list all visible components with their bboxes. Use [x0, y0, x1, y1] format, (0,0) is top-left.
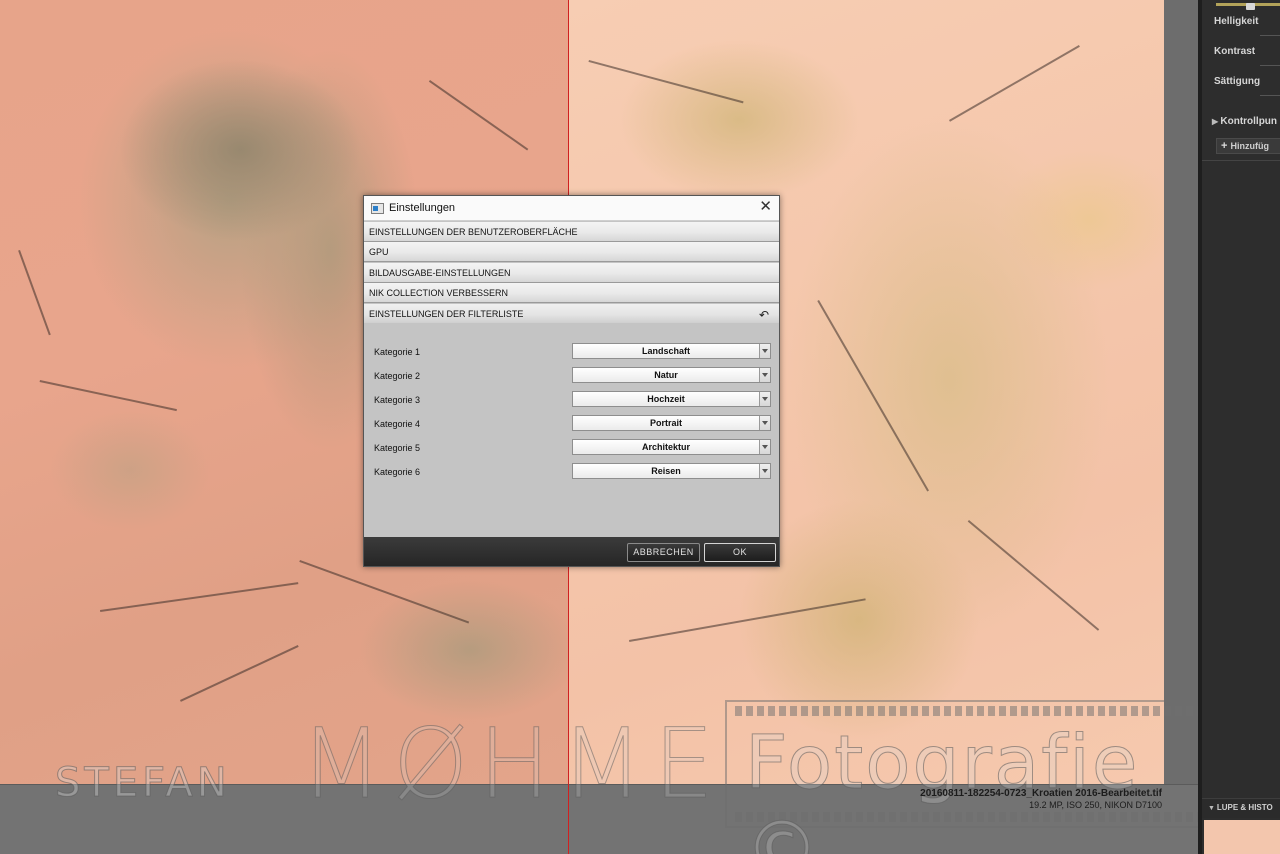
chevron-down-icon[interactable]: [759, 464, 770, 478]
file-name: 20160811-182254-0723_Kroatien 2016-Bearb…: [920, 788, 1162, 799]
category-5-label: Kategorie 5: [374, 443, 421, 453]
category-6-label: Kategorie 6: [374, 467, 421, 477]
dialog-title: Einstellungen: [389, 202, 456, 214]
category-3-value: Hochzeit: [647, 394, 685, 404]
chevron-down-icon: ▼: [1208, 805, 1217, 812]
category-5-value: Architektur: [641, 442, 690, 452]
adjustment-brightness[interactable]: Helligkeit: [1214, 16, 1280, 27]
top-slider-knob[interactable]: [1246, 3, 1255, 10]
category-3-select[interactable]: Hochzeit: [572, 391, 771, 407]
divider: [1202, 160, 1280, 161]
category-2-value: Natur: [654, 370, 678, 380]
chevron-down-icon[interactable]: [759, 416, 770, 430]
cancel-button[interactable]: ABBRECHEN: [627, 543, 700, 562]
section-filter-list-settings[interactable]: EINSTELLUNGEN DER FILTERLISTE ↶: [364, 304, 779, 324]
loupe-histogram-header[interactable]: ▼ LUPE & HISTO: [1202, 798, 1280, 818]
category-4-select[interactable]: Portrait: [572, 415, 771, 431]
app-icon: [371, 203, 384, 214]
divider: [1260, 95, 1280, 96]
section-improve-nik-collection[interactable]: NIK COLLECTION VERBESSERN: [364, 283, 779, 303]
chevron-down-icon[interactable]: [759, 440, 770, 454]
adjustments-panel: Helligkeit Kontrast Sättigung ▶ Kontroll…: [1198, 0, 1280, 854]
section-gpu[interactable]: GPU: [364, 242, 779, 262]
category-6-select[interactable]: Reisen: [572, 463, 771, 479]
file-meta: 19.2 MP, ISO 250, NIKON D7100: [1029, 800, 1162, 810]
category-1-value: Landschaft: [641, 346, 690, 356]
category-1-label: Kategorie 1: [374, 347, 421, 357]
chevron-down-icon[interactable]: [759, 344, 770, 358]
loupe-histogram-label: LUPE & HISTO: [1216, 803, 1273, 812]
adjustment-saturation[interactable]: Sättigung: [1214, 76, 1280, 87]
category-2-label: Kategorie 2: [374, 371, 421, 381]
divider: [1260, 35, 1280, 36]
add-control-point-label: Hinzufüg: [1230, 141, 1269, 151]
adjustment-contrast[interactable]: Kontrast: [1214, 46, 1280, 57]
filter-list-settings-body: Kategorie 1 Landschaft Kategorie 2 Natur…: [364, 323, 779, 537]
category-6-value: Reisen: [651, 466, 681, 476]
canvas-gutter: [1164, 0, 1198, 784]
chevron-down-icon[interactable]: [759, 392, 770, 406]
chevron-down-icon[interactable]: [759, 368, 770, 382]
file-info: 20160811-182254-0723_Kroatien 2016-Bearb…: [920, 788, 1162, 810]
ok-button[interactable]: OK: [704, 543, 776, 562]
dialog-titlebar[interactable]: Einstellungen ✕: [364, 196, 779, 221]
section-user-interface-settings[interactable]: EINSTELLUNGEN DER BENUTZEROBERFLÄCHE: [364, 222, 779, 242]
dialog-footer: ABBRECHEN OK: [364, 537, 779, 566]
category-5-select[interactable]: Architektur: [572, 439, 771, 455]
category-4-label: Kategorie 4: [374, 419, 421, 429]
category-1-select[interactable]: Landschaft: [572, 343, 771, 359]
category-2-select[interactable]: Natur: [572, 367, 771, 383]
divider: [1260, 65, 1280, 66]
loupe-preview: [1204, 820, 1280, 854]
close-icon[interactable]: ✕: [759, 199, 772, 215]
category-3-label: Kategorie 3: [374, 395, 421, 405]
top-slider-track[interactable]: [1216, 3, 1280, 10]
settings-dialog: Einstellungen ✕ EINSTELLUNGEN DER BENUTZ…: [363, 195, 780, 567]
section-image-output-settings[interactable]: BILDAUSGABE-EINSTELLUNGEN: [364, 263, 779, 283]
category-4-value: Portrait: [649, 418, 682, 428]
add-control-point-button[interactable]: + Hinzufüg: [1216, 138, 1280, 154]
control-points-header[interactable]: ▶ Kontrollpun: [1212, 116, 1277, 127]
section-filter-list-label: EINSTELLUNGEN DER FILTERLISTE: [369, 309, 524, 319]
reset-icon[interactable]: ↶: [759, 305, 769, 325]
control-points-label: Kontrollpun: [1220, 116, 1278, 127]
